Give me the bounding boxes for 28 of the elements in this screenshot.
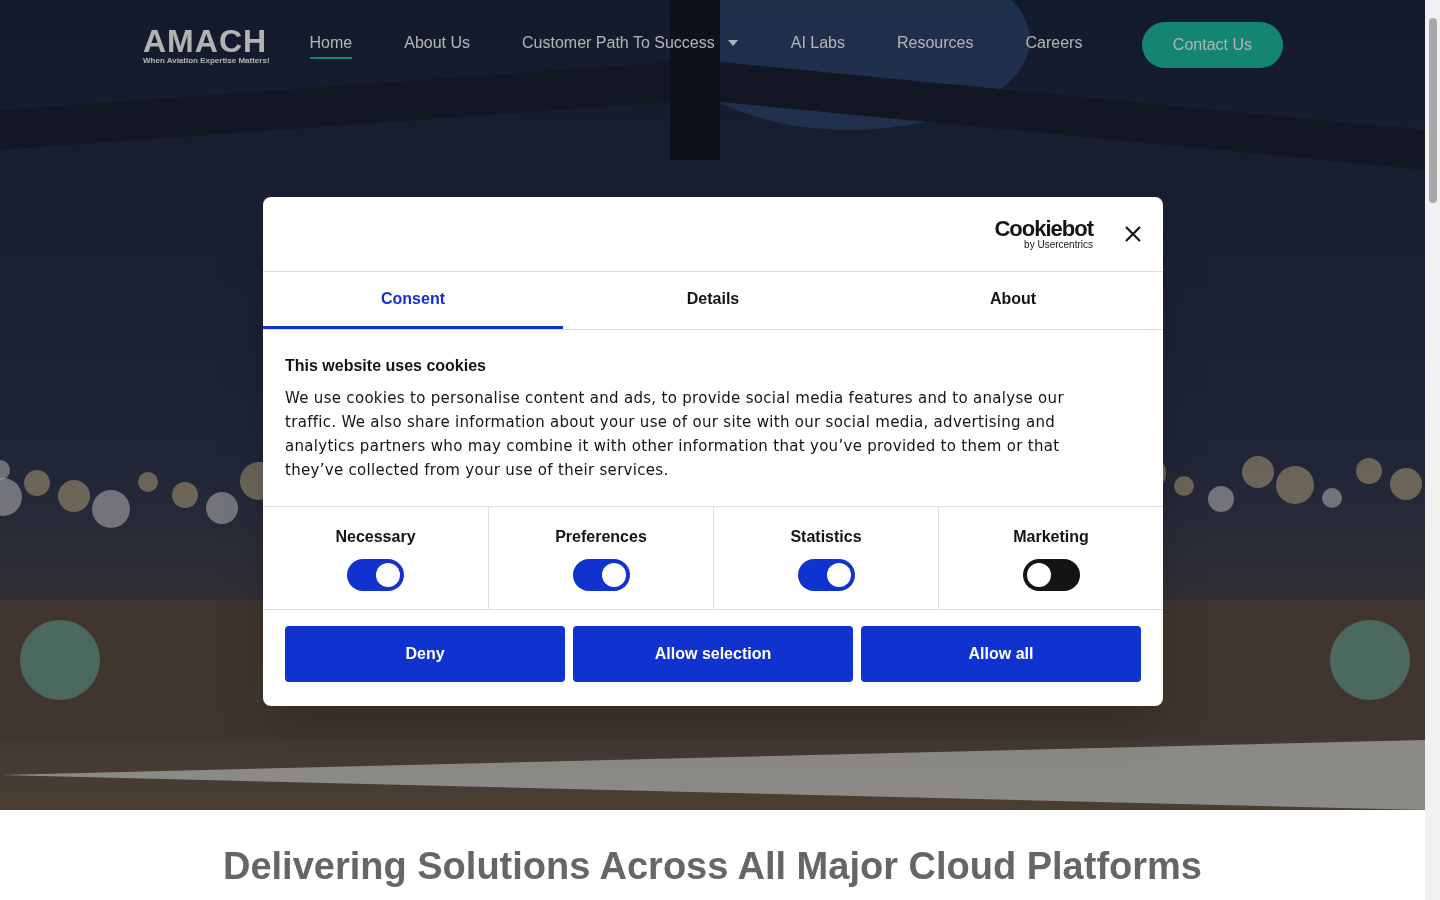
dialog-body: We use cookies to personalise content and ads, to provide social media features and to analyse our traffic. We also share information about your use of our site with our social media, advertising and analytics partners who may combine it with other information that you’ve provided to them or that they’ve collected from your use of their services. [285,388,1065,481]
toggle-label: Necessary [335,527,416,547]
section-heading: Delivering Solutions Across All Major Cloud Platforms [223,844,1202,889]
brand-logo: Cookiebot by Usercentrics [994,218,1093,250]
dialog-heading: This website uses cookies [285,356,487,376]
dialog-tab[interactable]: Details [563,272,863,329]
toggle-label: Marketing [1013,527,1089,547]
toggle-switch[interactable] [797,559,855,591]
consent-button[interactable]: Allow all [861,626,1141,682]
dialog-tab[interactable]: About [863,272,1163,329]
nav-link[interactable]: AI Labs [790,31,845,59]
nav-link[interactable]: Resources [897,31,974,59]
toggle-switch[interactable] [347,559,404,591]
nav-link[interactable]: Careers [1025,31,1083,59]
consent-button[interactable]: Deny [285,626,565,682]
nav-link[interactable]: Home [309,31,353,59]
close-icon [1123,224,1143,244]
nav-link[interactable]: Customer Path To Success [522,31,739,59]
dialog-tab[interactable]: Consent [263,272,563,329]
toggle-label: Statistics [790,527,862,547]
toggle-label: Preferences [555,527,647,547]
logo[interactable]: AMACH When Aviation Expertise Matters! [143,25,270,65]
consent-button[interactable]: Allow selection [573,626,853,682]
close-button[interactable] [1123,224,1143,244]
toggle-switch[interactable] [1022,559,1080,591]
nav-link[interactable]: About Us [404,31,471,59]
scrollbar-thumb[interactable] [1428,18,1437,203]
toggle-switch[interactable] [572,559,630,591]
